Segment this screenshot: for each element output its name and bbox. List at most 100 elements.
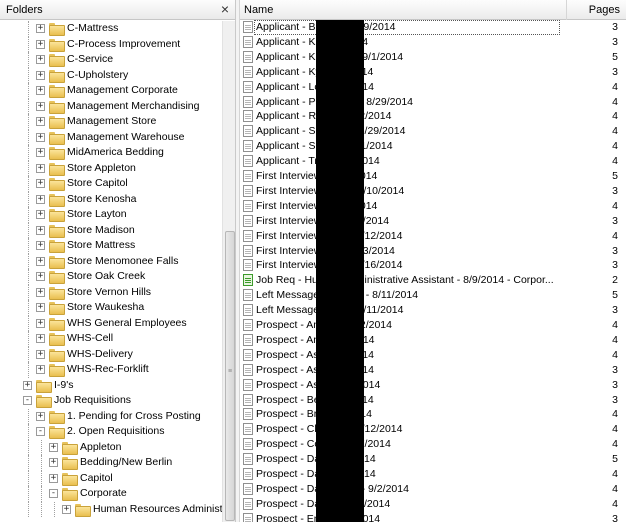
tree-item[interactable]: + Appleton	[0, 439, 222, 455]
document-row[interactable]: Applicant - Lor - 9/2/2014 4	[240, 80, 626, 95]
expand-icon[interactable]: +	[36, 272, 45, 281]
expand-icon[interactable]: +	[36, 148, 45, 157]
tree-item[interactable]: + WHS-Rec-Forklift	[0, 362, 222, 378]
document-row[interactable]: Prospect - Cori e - 8/27/2014 4	[240, 437, 626, 452]
expand-icon[interactable]: +	[36, 256, 45, 266]
expand-icon[interactable]: +	[36, 241, 45, 250]
tree-item[interactable]: + Store Layton	[0, 207, 222, 223]
expand-icon[interactable]: +	[36, 318, 45, 328]
expand-icon[interactable]: +	[36, 411, 45, 421]
expand-icon[interactable]: +	[36, 194, 45, 204]
document-row[interactable]: Prospect - Dan s - 8/10/2014 4	[240, 497, 626, 512]
expand-icon[interactable]: +	[36, 163, 45, 173]
tree-scrollbar-thumb[interactable]: ≡	[225, 231, 235, 521]
expand-icon[interactable]: +	[23, 380, 32, 390]
document-row[interactable]: First Interview ark - 8/13/2014 3	[240, 244, 626, 259]
expand-icon[interactable]: +	[62, 504, 71, 514]
document-row[interactable]: Prospect - Amb s - 8/12/2014 4	[240, 318, 626, 333]
expand-icon[interactable]: +	[36, 303, 45, 312]
document-row[interactable]: Prospect - Ash 8/15/2014 4	[240, 348, 626, 363]
tree-item[interactable]: + Management Warehouse	[0, 129, 222, 145]
expand-icon[interactable]: +	[36, 39, 45, 49]
tree-item[interactable]: + Capitol	[0, 470, 222, 486]
column-header-name[interactable]: Name	[240, 0, 567, 20]
expand-icon[interactable]: +	[36, 225, 45, 235]
expand-icon[interactable]: +	[49, 442, 58, 452]
expand-icon[interactable]: +	[36, 132, 45, 142]
document-row[interactable]: Applicant - Bra ng - 8/29/2014 3	[240, 20, 626, 35]
document-row[interactable]: Applicant - Sar glish - 8/29/2014 4	[240, 124, 626, 139]
close-icon[interactable]: ×	[218, 2, 232, 16]
expand-icon[interactable]: +	[36, 55, 45, 64]
expand-icon[interactable]: +	[36, 179, 45, 188]
document-row[interactable]: Applicant - Kyl - 9/2/2014 3	[240, 65, 626, 80]
expand-icon[interactable]: +	[36, 334, 45, 343]
document-row[interactable]: First Interview cCoy - 8/10/2014 3	[240, 184, 626, 199]
document-row[interactable]: Applicant - Par hester - 8/29/2014 4	[240, 95, 626, 110]
tree-item[interactable]: + Store Waukesha	[0, 300, 222, 316]
expand-icon[interactable]: +	[36, 86, 45, 95]
tree-item[interactable]: + Store Madison	[0, 222, 222, 238]
expand-icon[interactable]: +	[36, 287, 45, 297]
tree-item[interactable]: + C-Upholstery	[0, 67, 222, 83]
tree-item[interactable]: + C-Process Improvement	[0, 36, 222, 52]
tree-item[interactable]: + Bedding/New Berlin	[0, 455, 222, 471]
tree-item[interactable]: + WHS General Employees	[0, 315, 222, 331]
document-row[interactable]: Applicant - Kat /31/2014 3	[240, 35, 626, 50]
tree-item[interactable]: + Store Menomonee Falls	[0, 253, 222, 269]
expand-icon[interactable]: +	[49, 473, 58, 483]
document-row[interactable]: First Interview fa - 8/19/2014 3	[240, 214, 626, 229]
document-row[interactable]: Prospect - Ash 8/16/2014 3	[240, 363, 626, 378]
tree-item[interactable]: + WHS-Cell	[0, 331, 222, 347]
collapse-icon[interactable]: -	[36, 427, 45, 436]
tree-item[interactable]: + Management Store	[0, 114, 222, 130]
expand-icon[interactable]: +	[49, 458, 58, 467]
document-row[interactable]: Applicant - Kel owski - 9/1/2014 5	[240, 50, 626, 65]
document-row[interactable]: Prospect - Dan nhardt - 9/2/2014 4	[240, 482, 626, 497]
collapse-icon[interactable]: -	[49, 489, 58, 498]
tree-item[interactable]: + Store Mattress	[0, 238, 222, 254]
tree-item[interactable]: + I-9's	[0, 378, 222, 394]
expand-icon[interactable]: +	[36, 365, 45, 374]
column-header-pages[interactable]: Pages	[567, 0, 626, 20]
tree-item[interactable]: + Store Kenosha	[0, 191, 222, 207]
tree-item[interactable]: + Store Capitol	[0, 176, 222, 192]
document-row[interactable]: Prospect - Bec 8/11/2014 3	[240, 393, 626, 408]
tree-scrollbar[interactable]: ≡	[222, 21, 235, 522]
document-row[interactable]: Left Message - reoli - 8/11/2014 3	[240, 303, 626, 318]
tree-item[interactable]: + Management Merchandising	[0, 98, 222, 114]
tree-item[interactable]: + C-Mattress	[0, 21, 222, 37]
document-row[interactable]: Prospect - Bro 8/11/2014 4	[240, 407, 626, 422]
expand-icon[interactable]: +	[36, 24, 45, 33]
tree-item[interactable]: + Human Resources Administ	[0, 501, 222, 517]
tree-item[interactable]: + Management Corporate	[0, 83, 222, 99]
document-row[interactable]: Prospect - Ash - 8/18/2014 3	[240, 378, 626, 393]
expand-icon[interactable]: +	[36, 349, 45, 359]
expand-icon[interactable]: +	[36, 70, 45, 80]
document-row[interactable]: Prospect - Emi - 8/11/2014 3	[240, 512, 626, 522]
document-row[interactable]: First Interview Pree - 8/16/2014 3	[240, 258, 626, 273]
tree-item[interactable]: +1. Pending for Cross Posting	[0, 408, 222, 424]
document-row[interactable]: First Interview orski - 8/12/2014 4	[240, 229, 626, 244]
document-row[interactable]: First Interview - 8/10/2014 5	[240, 169, 626, 184]
tree-item[interactable]: + C-Service	[0, 52, 222, 68]
tree-item[interactable]: + WHS-Delivery	[0, 346, 222, 362]
tree-item[interactable]: - 2. Open Requisitions	[0, 424, 222, 440]
document-row[interactable]: Job Req - Hum es Administrative Assistan…	[240, 273, 626, 288]
document-row[interactable]: Left Message - chutten - 8/11/2014 5	[240, 288, 626, 303]
document-row[interactable]: Prospect - Dan 8/20/2014 4	[240, 467, 626, 482]
document-row[interactable]: First Interview - 8/10/2014 4	[240, 199, 626, 214]
document-row[interactable]: Prospect - Chri arts - 8/12/2014 4	[240, 422, 626, 437]
document-row[interactable]: Prospect - Dan 8/14/2014 5	[240, 452, 626, 467]
collapse-icon[interactable]: -	[23, 396, 32, 405]
tree-item[interactable]: + Store Appleton	[0, 160, 222, 176]
expand-icon[interactable]: +	[36, 117, 45, 126]
document-row[interactable]: Applicant - Tra - 8/29/2014 4	[240, 154, 626, 169]
document-row[interactable]: Prospect - And 8/13/2014 4	[240, 333, 626, 348]
tree-item[interactable]: - Job Requisitions	[0, 393, 222, 409]
tree-item[interactable]: + Store Vernon Hills	[0, 284, 222, 300]
document-row[interactable]: Applicant - Rol cht - 9/2/2014 4	[240, 109, 626, 124]
document-row[interactable]: Applicant - Sar dt - 8/31/2014 4	[240, 139, 626, 154]
expand-icon[interactable]: +	[36, 210, 45, 219]
tree-item[interactable]: - Corporate	[0, 486, 222, 502]
